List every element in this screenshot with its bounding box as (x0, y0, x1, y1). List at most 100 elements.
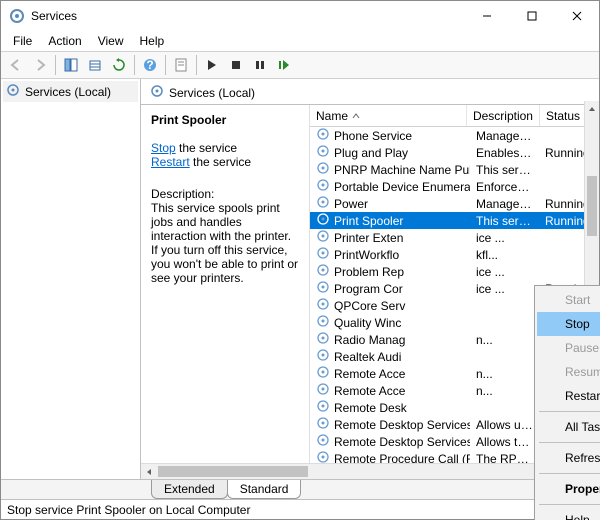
ctx-restart[interactable]: Restart (537, 384, 600, 408)
gear-icon (316, 365, 330, 382)
minimize-button[interactable] (464, 1, 509, 31)
service-row[interactable]: Printer Extenice ... (310, 229, 599, 246)
detail-panel: Print Spooler Stop the service Restart t… (141, 105, 309, 479)
menu-action[interactable]: Action (40, 32, 89, 50)
context-menu: Start Stop Pause Resume Restart All Task… (534, 285, 600, 520)
help-button[interactable]: ? (139, 54, 161, 76)
toolbar: ? (1, 51, 599, 79)
service-action-line: Stop the service (151, 141, 299, 155)
gear-icon (316, 178, 330, 195)
show-hide-tree-button[interactable] (60, 54, 82, 76)
restart-service-button[interactable] (273, 54, 295, 76)
scrollbar-thumb[interactable] (587, 176, 597, 236)
back-button[interactable] (5, 54, 27, 76)
status-text: Stop service Print Spooler on Local Comp… (7, 503, 250, 517)
service-desc-cell: This service ... (470, 163, 539, 177)
menu-help[interactable]: Help (132, 32, 173, 50)
tab-standard[interactable]: Standard (227, 480, 302, 499)
column-header-description[interactable]: Description (467, 105, 540, 126)
tab-extended[interactable]: Extended (151, 480, 228, 499)
export-list-button[interactable] (84, 54, 106, 76)
svg-text:?: ? (146, 58, 153, 72)
stop-service-button[interactable] (225, 54, 247, 76)
forward-button[interactable] (29, 54, 51, 76)
service-row[interactable]: Problem Repice ... (310, 263, 599, 280)
menu-file[interactable]: File (5, 32, 40, 50)
service-desc-cell: n... (470, 384, 539, 398)
horizontal-scrollbar[interactable] (141, 463, 584, 479)
scrollbar-track[interactable] (156, 464, 569, 479)
refresh-button[interactable] (108, 54, 130, 76)
ctx-pause[interactable]: Pause (537, 336, 600, 360)
selected-service-name: Print Spooler (151, 113, 299, 127)
service-name-cell: Remote Acce (334, 384, 405, 398)
service-row[interactable]: PrintWorkflo kfl... (310, 246, 599, 263)
window-title: Services (31, 9, 464, 23)
toolbar-separator (55, 55, 56, 75)
service-name-cell: PrintWorkflo (334, 248, 399, 262)
service-row[interactable]: Portable Device Enumerator...Enforces gr… (310, 178, 599, 195)
restart-service-link[interactable]: Restart (151, 155, 190, 169)
toolbar-separator (134, 55, 135, 75)
service-row[interactable]: Phone Service Manages th... (310, 127, 599, 144)
maximize-button[interactable] (509, 1, 554, 31)
pause-service-button[interactable] (249, 54, 271, 76)
gear-icon (316, 229, 330, 246)
service-desc-cell: This service ... (470, 214, 539, 228)
status-bar: Stop service Print Spooler on Local Comp… (1, 499, 599, 519)
service-name-cell: PNRP Machine Name Publi... (334, 163, 470, 177)
gear-icon (316, 144, 330, 161)
tree-node-label: Services (Local) (25, 85, 111, 99)
service-name-cell: Radio Manag (334, 333, 405, 347)
ctx-all-tasks[interactable]: All Tasks (537, 415, 600, 439)
ctx-help[interactable]: Help (537, 508, 600, 520)
service-name-cell: Realtek Audi (334, 350, 401, 364)
service-row[interactable]: PowerManages p...Running (310, 195, 599, 212)
service-desc-cell: Allows user... (470, 418, 539, 432)
scroll-up-button[interactable] (585, 101, 599, 116)
service-name-cell: Quality Winc (334, 316, 401, 330)
stop-service-link[interactable]: Stop (151, 141, 176, 155)
service-desc-cell: n... (470, 367, 539, 381)
ctx-stop[interactable]: Stop (537, 312, 600, 336)
ctx-start[interactable]: Start (537, 288, 600, 312)
service-row[interactable]: Print SpoolerThis service ...Running (310, 212, 599, 229)
service-desc-cell: n... (470, 333, 539, 347)
menu-view[interactable]: View (90, 32, 132, 50)
service-name-cell: Printer Exten (334, 231, 403, 245)
content-pane: Services (Local) Print Spooler Stop the … (141, 79, 599, 479)
sort-ascending-icon (352, 109, 360, 123)
service-row[interactable]: Plug and PlayEnables a c...Running (310, 144, 599, 161)
service-desc-cell: kfl... (470, 248, 539, 262)
scroll-left-button[interactable] (141, 464, 156, 479)
toolbar-separator (196, 55, 197, 75)
service-name-cell: Phone Service (334, 129, 412, 143)
scrollbar-thumb[interactable] (158, 466, 308, 477)
ctx-refresh[interactable]: Refresh (537, 446, 600, 470)
service-name-cell: Print Spooler (334, 214, 403, 228)
services-icon (5, 82, 21, 101)
service-desc-cell: Manages th... (470, 129, 539, 143)
service-name-cell: QPCore Serv (334, 299, 405, 313)
gear-icon (316, 399, 330, 416)
service-name-cell: Plug and Play (334, 146, 408, 160)
gear-icon (316, 331, 330, 348)
service-name-cell: Power (334, 197, 368, 211)
column-header-row: Name Description Status (310, 105, 599, 127)
properties-button[interactable] (170, 54, 192, 76)
ctx-resume[interactable]: Resume (537, 360, 600, 384)
service-name-cell: Remote Desk (334, 401, 407, 415)
view-tabs: Extended Standard (1, 479, 599, 499)
column-header-name[interactable]: Name (310, 105, 467, 126)
gear-icon (316, 195, 330, 212)
service-desc-cell: ice ... (470, 265, 539, 279)
tree-node-services-local[interactable]: Services (Local) (3, 81, 138, 102)
service-row[interactable]: PNRP Machine Name Publi...This service .… (310, 161, 599, 178)
service-name-cell: Remote Acce (334, 367, 405, 381)
close-button[interactable] (554, 1, 599, 31)
gear-icon (316, 246, 330, 263)
gear-icon (316, 127, 330, 144)
ctx-properties[interactable]: Properties (537, 477, 600, 501)
services-icon (149, 83, 165, 102)
start-service-button[interactable] (201, 54, 223, 76)
